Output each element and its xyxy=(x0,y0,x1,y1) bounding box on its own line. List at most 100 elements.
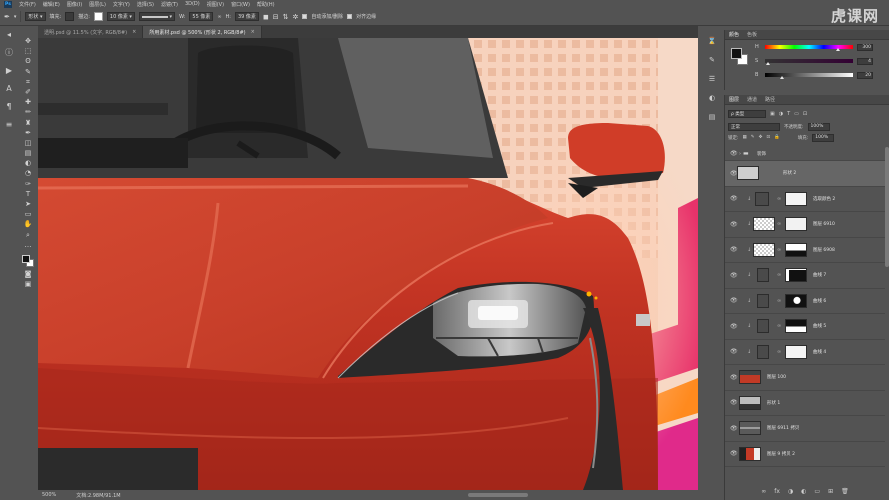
gradient-icon[interactable]: ▤ xyxy=(24,150,32,157)
tab-channels[interactable]: 通道 xyxy=(747,96,757,103)
horizontal-scrollbar[interactable] xyxy=(468,493,528,497)
quick-select-icon[interactable]: ✎ xyxy=(24,68,32,76)
foreground-color[interactable] xyxy=(22,254,30,263)
layer-row[interactable]: 👁 ↓ ∞ 图层 6910 xyxy=(725,212,885,238)
stroke-type-select[interactable]: ▾ xyxy=(138,12,176,21)
history-icon[interactable]: ⌛ xyxy=(708,36,717,45)
slider-saturation[interactable]: S 4 xyxy=(755,56,877,66)
saturation-value[interactable]: 4 xyxy=(857,57,873,65)
layer-row[interactable]: 👁 形状 1 xyxy=(725,391,885,416)
brush-settings-icon[interactable]: ✎ xyxy=(708,55,717,64)
lock-all-icon[interactable]: 🔒 xyxy=(774,135,780,140)
layer-row[interactable]: 👁 图层 6911 拷贝 xyxy=(725,416,885,442)
stamp-icon[interactable]: ♜ xyxy=(24,119,32,127)
lock-brush-icon[interactable]: ✎ xyxy=(751,135,755,140)
align-edges-checkbox[interactable] xyxy=(347,14,353,19)
menu-select[interactable]: 选择(S) xyxy=(137,1,154,8)
screen-mode-icon[interactable]: ▣ xyxy=(24,281,32,288)
menu-view[interactable]: 视图(V) xyxy=(207,1,224,8)
color-panel-swatches[interactable] xyxy=(731,48,749,66)
tab-paths[interactable]: 路径 xyxy=(765,96,775,103)
arrow-icon[interactable]: ◂ xyxy=(5,30,14,39)
more-icon[interactable]: … xyxy=(24,241,32,249)
crop-icon[interactable]: ⌗ xyxy=(24,78,32,86)
adjustment-layer-icon[interactable]: ◐ xyxy=(801,488,806,495)
link-icon[interactable]: ∞ xyxy=(217,14,221,20)
filter-adjust-icon[interactable]: ◑ xyxy=(779,111,783,117)
filter-type-icon[interactable]: T xyxy=(787,111,790,117)
quick-mask-icon[interactable]: ◙ xyxy=(24,271,32,278)
close-icon[interactable]: × xyxy=(132,29,136,35)
libraries-icon[interactable]: ▤ xyxy=(708,112,717,121)
shape-icon[interactable]: ▭ xyxy=(24,211,32,218)
pen-tool-icon[interactable]: ✒ xyxy=(4,13,10,21)
layer-row[interactable]: 👁 ↓ ∞ 曲线 5 xyxy=(725,314,885,340)
pen-icon[interactable]: ✑ xyxy=(24,180,32,188)
link-layers-icon[interactable]: ∞ xyxy=(761,488,766,495)
layer-filter-select[interactable]: ρ 类型 xyxy=(728,109,766,118)
menu-file[interactable]: 文件(F) xyxy=(19,1,36,8)
layer-row-selected[interactable]: 👁 形状 2 xyxy=(725,161,885,187)
healing-icon[interactable]: ✚ xyxy=(24,99,32,106)
chevron-right-icon[interactable]: › xyxy=(739,151,741,157)
layer-row[interactable]: 👁 ↓ ∞ 曲线 6 xyxy=(725,289,885,314)
layer-row[interactable]: 👁 ↓ ∞ 选取颜色 2 xyxy=(725,187,885,212)
layer-name[interactable]: 曲线 5 xyxy=(813,323,826,329)
marquee-icon[interactable]: ⬚ xyxy=(24,48,32,55)
hue-track[interactable] xyxy=(765,45,853,51)
gear-icon[interactable]: ✲ xyxy=(293,13,299,21)
link-icon[interactable]: ∞ xyxy=(777,323,781,329)
auto-add-delete-checkbox[interactable] xyxy=(302,14,308,19)
layer-row[interactable]: 👁 ↓ ∞ 图层 6908 xyxy=(725,238,885,263)
hue-value[interactable]: 300 xyxy=(857,43,873,51)
visibility-eye-icon[interactable]: 👁 xyxy=(730,195,738,202)
tab-document-2[interactable]: 所用素材.psd @ 500% (形状 2, RGB/8#) × xyxy=(143,26,262,38)
menu-window[interactable]: 窗口(W) xyxy=(231,1,250,8)
menu-edit[interactable]: 编辑(E) xyxy=(43,1,60,8)
filter-shape-icon[interactable]: ▭ xyxy=(794,111,799,117)
path-ops-icon[interactable]: ◼ xyxy=(263,13,269,21)
link-icon[interactable]: ∞ xyxy=(777,247,781,253)
layer-row[interactable]: 👁 › ▬ 装饰 xyxy=(725,147,885,161)
mode-select[interactable]: 形状 ▾ xyxy=(25,12,46,21)
tab-color[interactable]: 颜色 xyxy=(729,31,739,38)
move-icon[interactable]: ✥ xyxy=(24,38,32,45)
menu-help[interactable]: 帮助(H) xyxy=(257,1,275,8)
trash-icon[interactable]: 🗑 xyxy=(841,488,849,495)
layer-name[interactable]: 曲线 4 xyxy=(813,349,826,355)
menu-filter[interactable]: 滤镜(T) xyxy=(161,1,178,8)
layer-name[interactable]: 图层 6910 xyxy=(813,221,835,227)
layer-row[interactable]: 👁 ↓ ∞ 曲线 7 xyxy=(725,263,885,289)
tab-swatches[interactable]: 色板 xyxy=(747,31,757,38)
hue-knob[interactable] xyxy=(835,48,840,51)
brightness-value[interactable]: 20 xyxy=(857,71,873,79)
visibility-eye-icon[interactable]: 👁 xyxy=(730,221,738,228)
new-group-icon[interactable]: ▭ xyxy=(814,488,820,495)
color-swatches[interactable] xyxy=(21,254,35,268)
layer-row[interactable]: 👁 图层 100 xyxy=(725,365,885,391)
eyedropper-icon[interactable]: ✐ xyxy=(24,88,32,96)
layers-scrollbar[interactable] xyxy=(885,147,889,267)
slider-hue[interactable]: H 300 xyxy=(755,42,877,52)
visibility-eye-icon[interactable]: 👁 xyxy=(730,246,738,253)
paragraph-icon[interactable]: ¶ xyxy=(5,102,14,111)
info-icon[interactable]: ⓘ xyxy=(5,48,14,57)
eraser-icon[interactable]: ◫ xyxy=(24,139,32,147)
visibility-eye-icon[interactable]: 👁 xyxy=(730,150,738,157)
visibility-eye-icon[interactable]: 👁 xyxy=(730,450,738,457)
layer-name[interactable]: 装饰 xyxy=(757,151,766,157)
slider-brightness[interactable]: B 20 xyxy=(755,70,877,80)
history-brush-icon[interactable]: ✒ xyxy=(24,129,32,137)
path-align-icon[interactable]: ⊟ xyxy=(273,13,279,21)
fx-icon[interactable]: fx xyxy=(774,488,780,495)
link-icon[interactable]: ∞ xyxy=(777,196,781,202)
new-layer-icon[interactable]: ⊞ xyxy=(828,488,833,495)
layer-name[interactable]: 曲线 7 xyxy=(813,272,826,278)
blend-mode-select[interactable]: 正常 xyxy=(728,122,780,131)
path-arrange-icon[interactable]: ⇅ xyxy=(283,13,289,21)
saturation-track[interactable] xyxy=(765,59,853,65)
close-icon[interactable]: × xyxy=(251,29,255,35)
lock-artboard-icon[interactable]: ⊡ xyxy=(766,135,770,140)
visibility-eye-icon[interactable]: 👁 xyxy=(730,297,738,304)
add-mask-icon[interactable]: ◑ xyxy=(788,488,793,495)
